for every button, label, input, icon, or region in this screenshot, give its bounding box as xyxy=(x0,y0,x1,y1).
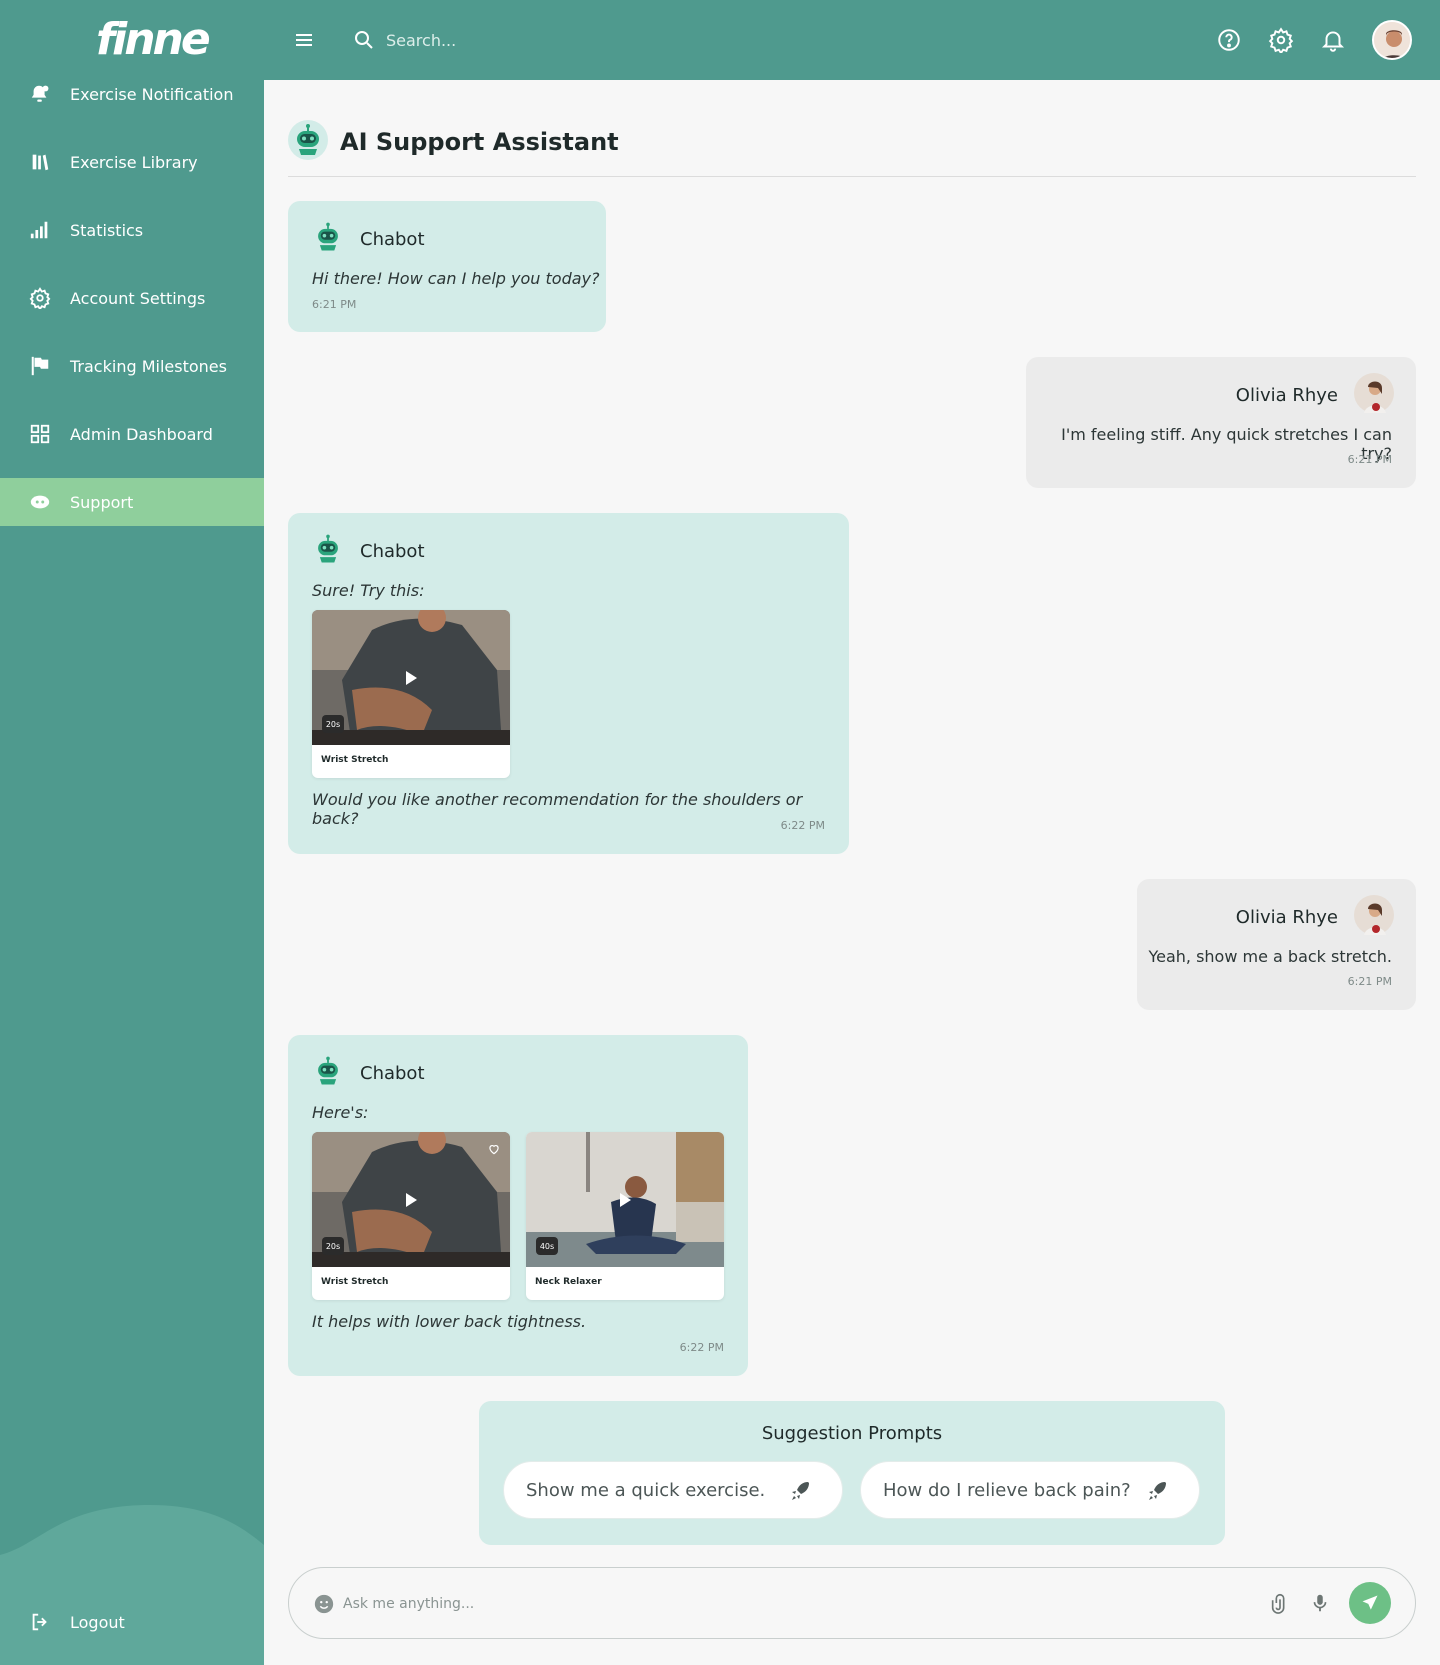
play-icon[interactable] xyxy=(400,1190,420,1210)
send-icon xyxy=(1362,1595,1378,1610)
play-icon[interactable] xyxy=(614,1190,634,1210)
gear-icon[interactable] xyxy=(1268,27,1294,55)
sender-name: Chabot xyxy=(360,540,425,562)
suggestion-title: Suggestion Prompts xyxy=(761,1423,943,1444)
rocket-icon xyxy=(788,1479,812,1503)
heart-icon[interactable] xyxy=(487,1141,501,1160)
library-icon xyxy=(28,150,52,174)
sidebar-item-admin-dashboard[interactable]: Admin Dashboard xyxy=(0,410,264,458)
sidebar-item-label: Exercise Library xyxy=(70,152,198,172)
robot-icon xyxy=(310,531,346,571)
support-icon xyxy=(28,490,52,514)
robot-icon xyxy=(310,219,346,259)
duration-badge: 40s xyxy=(536,1237,558,1255)
message-text: Sure! Try this: xyxy=(312,581,425,600)
suggestion-chip[interactable]: Show me a quick exercise. xyxy=(503,1461,843,1519)
sidebar-item-support[interactable]: Support xyxy=(0,478,264,526)
suggestion-chip[interactable]: How do I relieve back pain? xyxy=(860,1461,1200,1519)
sidebar-item-label: Admin Dashboard xyxy=(70,424,213,444)
sidebar-item-label: Exercise Notification xyxy=(70,84,234,104)
play-icon[interactable] xyxy=(400,668,420,688)
help-icon[interactable] xyxy=(1216,27,1242,53)
flag-icon xyxy=(28,354,52,378)
logout-label: Logout xyxy=(70,1612,125,1632)
page-header: AI Support Assistant xyxy=(288,120,619,164)
logout-button[interactable]: Logout xyxy=(0,1598,264,1646)
video-thumbnail: 20s xyxy=(312,610,510,745)
message-time: 6:21 PM xyxy=(1347,453,1392,466)
card-title: Wrist Stretch xyxy=(321,1277,389,1287)
message-input[interactable] xyxy=(343,1590,1243,1618)
robot-icon xyxy=(288,120,328,164)
bot-message: Chabot Hi there! How can I help you toda… xyxy=(288,201,606,332)
message-composer xyxy=(288,1567,1416,1639)
message-time: 6:21 PM xyxy=(312,298,357,311)
message-text: I'm feeling stiff. Any quick stretches I… xyxy=(1061,425,1392,463)
emoji-icon[interactable] xyxy=(313,1593,335,1619)
page-title: AI Support Assistant xyxy=(340,128,619,156)
suggestion-label: How do I relieve back pain? xyxy=(883,1479,1131,1501)
chat-main: AI Support Assistant Chabot Hi there! Ho… xyxy=(264,80,1440,1665)
sender-name: Chabot xyxy=(360,228,425,250)
rocket-icon xyxy=(1145,1479,1169,1503)
search-icon xyxy=(352,28,376,52)
sidebar-nav: Exercise Notification Exercise Library S… xyxy=(0,70,264,546)
bot-message: Chabot Here's: 20s Wrist Stretch 40s Nec… xyxy=(288,1035,748,1376)
user-message: Olivia Rhye Yeah, show me a back stretch… xyxy=(1137,879,1416,1010)
message-time: 6:21 PM xyxy=(1347,975,1392,988)
logout-icon xyxy=(28,1610,52,1634)
sidebar-item-statistics[interactable]: Statistics xyxy=(0,206,264,254)
bar-chart-icon xyxy=(28,218,52,242)
robot-icon xyxy=(310,1053,346,1093)
hamburger-menu-icon[interactable] xyxy=(292,28,316,52)
top-bar xyxy=(264,0,1440,80)
message-text: Here's: xyxy=(312,1103,369,1122)
card-title: Wrist Stretch xyxy=(321,755,389,765)
message-followup: Would you like another recommendation fo… xyxy=(312,790,803,828)
sidebar-item-label: Support xyxy=(70,492,134,512)
duration-badge: 20s xyxy=(322,715,344,733)
search-input[interactable] xyxy=(386,26,786,54)
sidebar-item-label: Account Settings xyxy=(70,288,206,308)
sender-name: Chabot xyxy=(360,1062,425,1084)
avatar xyxy=(1354,373,1394,417)
exercise-card[interactable]: 40s Neck Relaxer xyxy=(526,1132,724,1300)
send-button[interactable] xyxy=(1349,1582,1391,1624)
message-time: 6:22 PM xyxy=(780,819,825,832)
sidebar-item-account-settings[interactable]: Account Settings xyxy=(0,274,264,322)
sidebar: finne Exercise Notification Exercise Lib… xyxy=(0,0,264,1665)
bell-person-icon xyxy=(28,82,52,106)
sidebar-item-tracking-milestones[interactable]: Tracking Milestones xyxy=(0,342,264,390)
message-time: 6:22 PM xyxy=(679,1341,724,1354)
avatar xyxy=(1354,895,1394,939)
suggestion-prompts: Suggestion Prompts Show me a quick exerc… xyxy=(479,1401,1225,1545)
divider xyxy=(288,176,1416,177)
duration-badge: 20s xyxy=(322,1237,344,1255)
paperclip-icon[interactable] xyxy=(1269,1592,1291,1618)
message-followup: It helps with lower back tightness. xyxy=(312,1312,587,1331)
sidebar-item-exercise-notification[interactable]: Exercise Notification xyxy=(0,70,264,118)
gear-icon xyxy=(28,286,52,310)
grid-icon xyxy=(28,422,52,446)
video-thumbnail: 20s xyxy=(312,1132,510,1267)
exercise-card[interactable]: 20s Wrist Stretch xyxy=(312,1132,510,1300)
user-message: Olivia Rhye I'm feeling stiff. Any quick… xyxy=(1026,357,1416,488)
bell-icon[interactable] xyxy=(1320,27,1346,53)
sidebar-item-label: Statistics xyxy=(70,220,144,240)
bot-message: Chabot Sure! Try this: 20s Wrist Stretch… xyxy=(288,513,849,854)
avatar[interactable] xyxy=(1372,20,1412,60)
microphone-icon[interactable] xyxy=(1309,1592,1331,1618)
sender-name: Olivia Rhye xyxy=(1235,906,1338,928)
exercise-card[interactable]: 20s Wrist Stretch xyxy=(312,610,510,778)
sidebar-item-exercise-library[interactable]: Exercise Library xyxy=(0,138,264,186)
message-text: Yeah, show me a back stretch. xyxy=(1148,947,1392,966)
suggestion-label: Show me a quick exercise. xyxy=(526,1479,766,1501)
card-title: Neck Relaxer xyxy=(535,1277,602,1287)
app-logo[interactable]: finne xyxy=(96,14,211,65)
message-text: Hi there! How can I help you today? xyxy=(312,269,600,288)
video-thumbnail: 40s xyxy=(526,1132,724,1267)
sidebar-item-label: Tracking Milestones xyxy=(70,356,227,376)
sender-name: Olivia Rhye xyxy=(1235,384,1338,406)
